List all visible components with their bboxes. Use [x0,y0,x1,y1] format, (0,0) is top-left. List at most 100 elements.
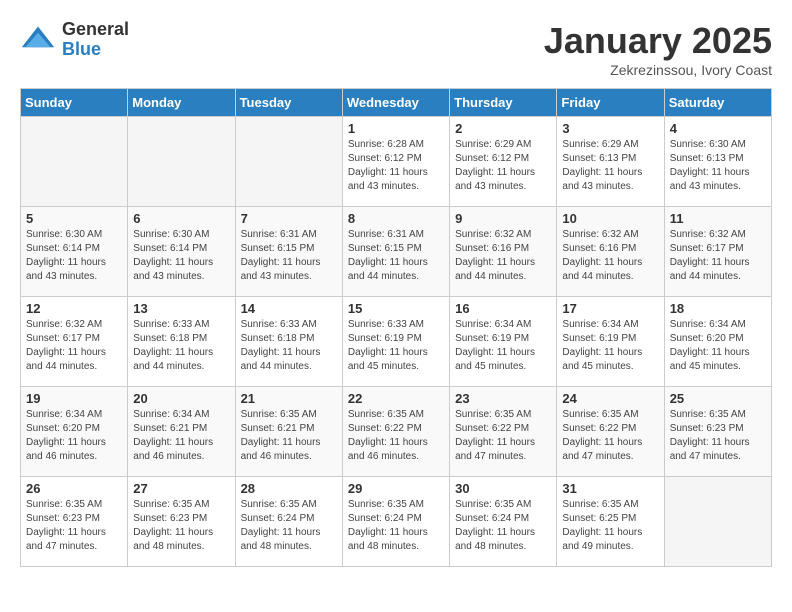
calendar-cell: 2 Sunrise: 6:29 AM Sunset: 6:12 PM Daylig… [450,117,557,207]
day-info: Sunrise: 6:31 AM Sunset: 6:15 PM Dayligh… [348,228,444,284]
day-number: 9 [455,211,551,226]
calendar-cell: 31 Sunrise: 6:35 AM Sunset: 6:25 PM Dayli… [557,477,664,567]
logo-text: General Blue [62,20,129,60]
day-number: 19 [26,391,122,406]
calendar-cell: 5 Sunrise: 6:30 AM Sunset: 6:14 PM Daylig… [21,207,128,297]
day-info: Sunrise: 6:34 AM Sunset: 6:20 PM Dayligh… [670,318,766,374]
calendar-cell: 14 Sunrise: 6:33 AM Sunset: 6:18 PM Dayli… [235,297,342,387]
day-info: Sunrise: 6:35 AM Sunset: 6:21 PM Dayligh… [241,408,337,464]
day-number: 7 [241,211,337,226]
calendar-week-row: 26 Sunrise: 6:35 AM Sunset: 6:23 PM Dayli… [21,477,772,567]
calendar-cell: 29Sunrise: 6:35 AM Sunset: 6:24 PM Dayli… [342,477,449,567]
day-info: Sunrise: 6:30 AM Sunset: 6:14 PM Dayligh… [26,228,122,284]
day-info: Sunrise: 6:32 AM Sunset: 6:16 PM Dayligh… [455,228,551,284]
day-info: Sunrise: 6:33 AM Sunset: 6:19 PM Dayligh… [348,318,444,374]
calendar-cell: 21 Sunrise: 6:35 AM Sunset: 6:21 PM Dayli… [235,387,342,477]
calendar-cell: 8 Sunrise: 6:31 AM Sunset: 6:15 PM Daylig… [342,207,449,297]
day-info: Sunrise: 6:32 AM Sunset: 6:17 PM Dayligh… [26,318,122,374]
calendar-cell: 1 Sunrise: 6:28 AM Sunset: 6:12 PM Daylig… [342,117,449,207]
calendar-week-row: 19Sunrise: 6:34 AM Sunset: 6:20 PM Dayli… [21,387,772,477]
day-info: Sunrise: 6:35 AM Sunset: 6:25 PM Dayligh… [562,498,658,554]
calendar-cell: 22Sunrise: 6:35 AM Sunset: 6:22 PM Dayli… [342,387,449,477]
calendar-cell: 12Sunrise: 6:32 AM Sunset: 6:17 PM Dayli… [21,297,128,387]
day-info: Sunrise: 6:33 AM Sunset: 6:18 PM Dayligh… [133,318,229,374]
day-number: 23 [455,391,551,406]
location-text: Zekrezinssou, Ivory Coast [544,62,772,78]
logo-icon [20,22,56,58]
day-info: Sunrise: 6:35 AM Sunset: 6:23 PM Dayligh… [133,498,229,554]
day-number: 1 [348,121,444,136]
calendar-cell: 4Sunrise: 6:30 AM Sunset: 6:13 PM Daylig… [664,117,771,207]
day-number: 2 [455,121,551,136]
day-number: 5 [26,211,122,226]
page-header: General Blue January 2025 Zekrezinssou, … [20,20,772,78]
day-number: 18 [670,301,766,316]
calendar-header-thursday: Thursday [450,89,557,117]
calendar-cell [235,117,342,207]
calendar-header-monday: Monday [128,89,235,117]
calendar-table: SundayMondayTuesdayWednesdayThursdayFrid… [20,88,772,567]
calendar-cell [664,477,771,567]
calendar-cell: 23 Sunrise: 6:35 AM Sunset: 6:22 PM Dayli… [450,387,557,477]
day-number: 31 [562,481,658,496]
day-number: 25 [670,391,766,406]
day-info: Sunrise: 6:33 AM Sunset: 6:18 PM Dayligh… [241,318,337,374]
day-info: Sunrise: 6:34 AM Sunset: 6:19 PM Dayligh… [455,318,551,374]
month-title: January 2025 [544,20,772,62]
day-info: Sunrise: 6:35 AM Sunset: 6:24 PM Dayligh… [241,498,337,554]
calendar-cell: 11Sunrise: 6:32 AM Sunset: 6:17 PM Dayli… [664,207,771,297]
day-number: 8 [348,211,444,226]
day-number: 17 [562,301,658,316]
day-number: 16 [455,301,551,316]
calendar-cell: 7Sunrise: 6:31 AM Sunset: 6:15 PM Daylig… [235,207,342,297]
day-info: Sunrise: 6:35 AM Sunset: 6:22 PM Dayligh… [348,408,444,464]
logo: General Blue [20,20,129,60]
day-number: 28 [241,481,337,496]
calendar-cell: 26 Sunrise: 6:35 AM Sunset: 6:23 PM Dayli… [21,477,128,567]
day-info: Sunrise: 6:32 AM Sunset: 6:17 PM Dayligh… [670,228,766,284]
day-info: Sunrise: 6:30 AM Sunset: 6:14 PM Dayligh… [133,228,229,284]
calendar-cell: 15 Sunrise: 6:33 AM Sunset: 6:19 PM Dayli… [342,297,449,387]
calendar-header-tuesday: Tuesday [235,89,342,117]
calendar-header-row: SundayMondayTuesdayWednesdayThursdayFrid… [21,89,772,117]
day-info: Sunrise: 6:35 AM Sunset: 6:22 PM Dayligh… [562,408,658,464]
calendar-cell [21,117,128,207]
calendar-cell: 13 Sunrise: 6:33 AM Sunset: 6:18 PM Dayli… [128,297,235,387]
day-info: Sunrise: 6:35 AM Sunset: 6:23 PM Dayligh… [670,408,766,464]
calendar-cell: 27Sunrise: 6:35 AM Sunset: 6:23 PM Dayli… [128,477,235,567]
day-info: Sunrise: 6:34 AM Sunset: 6:21 PM Dayligh… [133,408,229,464]
day-info: Sunrise: 6:35 AM Sunset: 6:24 PM Dayligh… [455,498,551,554]
logo-blue-text: Blue [62,40,129,60]
day-number: 14 [241,301,337,316]
calendar-cell: 28 Sunrise: 6:35 AM Sunset: 6:24 PM Dayli… [235,477,342,567]
day-info: Sunrise: 6:28 AM Sunset: 6:12 PM Dayligh… [348,138,444,194]
calendar-cell: 6 Sunrise: 6:30 AM Sunset: 6:14 PM Daylig… [128,207,235,297]
day-number: 10 [562,211,658,226]
day-number: 30 [455,481,551,496]
day-number: 13 [133,301,229,316]
day-info: Sunrise: 6:29 AM Sunset: 6:12 PM Dayligh… [455,138,551,194]
day-info: Sunrise: 6:32 AM Sunset: 6:16 PM Dayligh… [562,228,658,284]
day-number: 21 [241,391,337,406]
calendar-cell: 16 Sunrise: 6:34 AM Sunset: 6:19 PM Dayli… [450,297,557,387]
calendar-week-row: 12Sunrise: 6:32 AM Sunset: 6:17 PM Dayli… [21,297,772,387]
calendar-cell: 30 Sunrise: 6:35 AM Sunset: 6:24 PM Dayli… [450,477,557,567]
day-number: 6 [133,211,229,226]
calendar-cell: 3 Sunrise: 6:29 AM Sunset: 6:13 PM Daylig… [557,117,664,207]
calendar-cell: 18 Sunrise: 6:34 AM Sunset: 6:20 PM Dayli… [664,297,771,387]
logo-general-text: General [62,20,129,40]
calendar-week-row: 5 Sunrise: 6:30 AM Sunset: 6:14 PM Daylig… [21,207,772,297]
calendar-week-row: 1 Sunrise: 6:28 AM Sunset: 6:12 PM Daylig… [21,117,772,207]
day-number: 29 [348,481,444,496]
day-number: 20 [133,391,229,406]
title-block: January 2025 Zekrezinssou, Ivory Coast [544,20,772,78]
day-number: 3 [562,121,658,136]
day-number: 15 [348,301,444,316]
day-number: 26 [26,481,122,496]
day-info: Sunrise: 6:35 AM Sunset: 6:23 PM Dayligh… [26,498,122,554]
day-info: Sunrise: 6:29 AM Sunset: 6:13 PM Dayligh… [562,138,658,194]
day-info: Sunrise: 6:30 AM Sunset: 6:13 PM Dayligh… [670,138,766,194]
calendar-header-saturday: Saturday [664,89,771,117]
day-info: Sunrise: 6:35 AM Sunset: 6:22 PM Dayligh… [455,408,551,464]
calendar-header-sunday: Sunday [21,89,128,117]
